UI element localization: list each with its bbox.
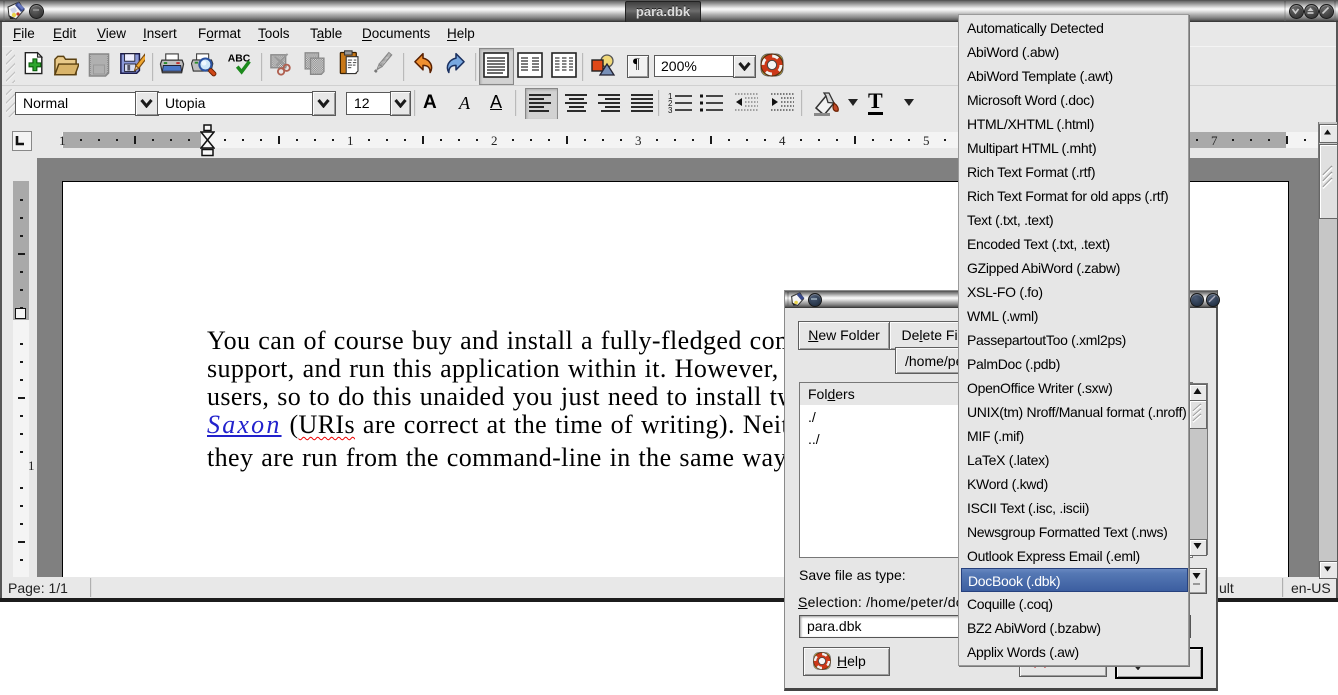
svg-text:3: 3 [668, 106, 673, 114]
